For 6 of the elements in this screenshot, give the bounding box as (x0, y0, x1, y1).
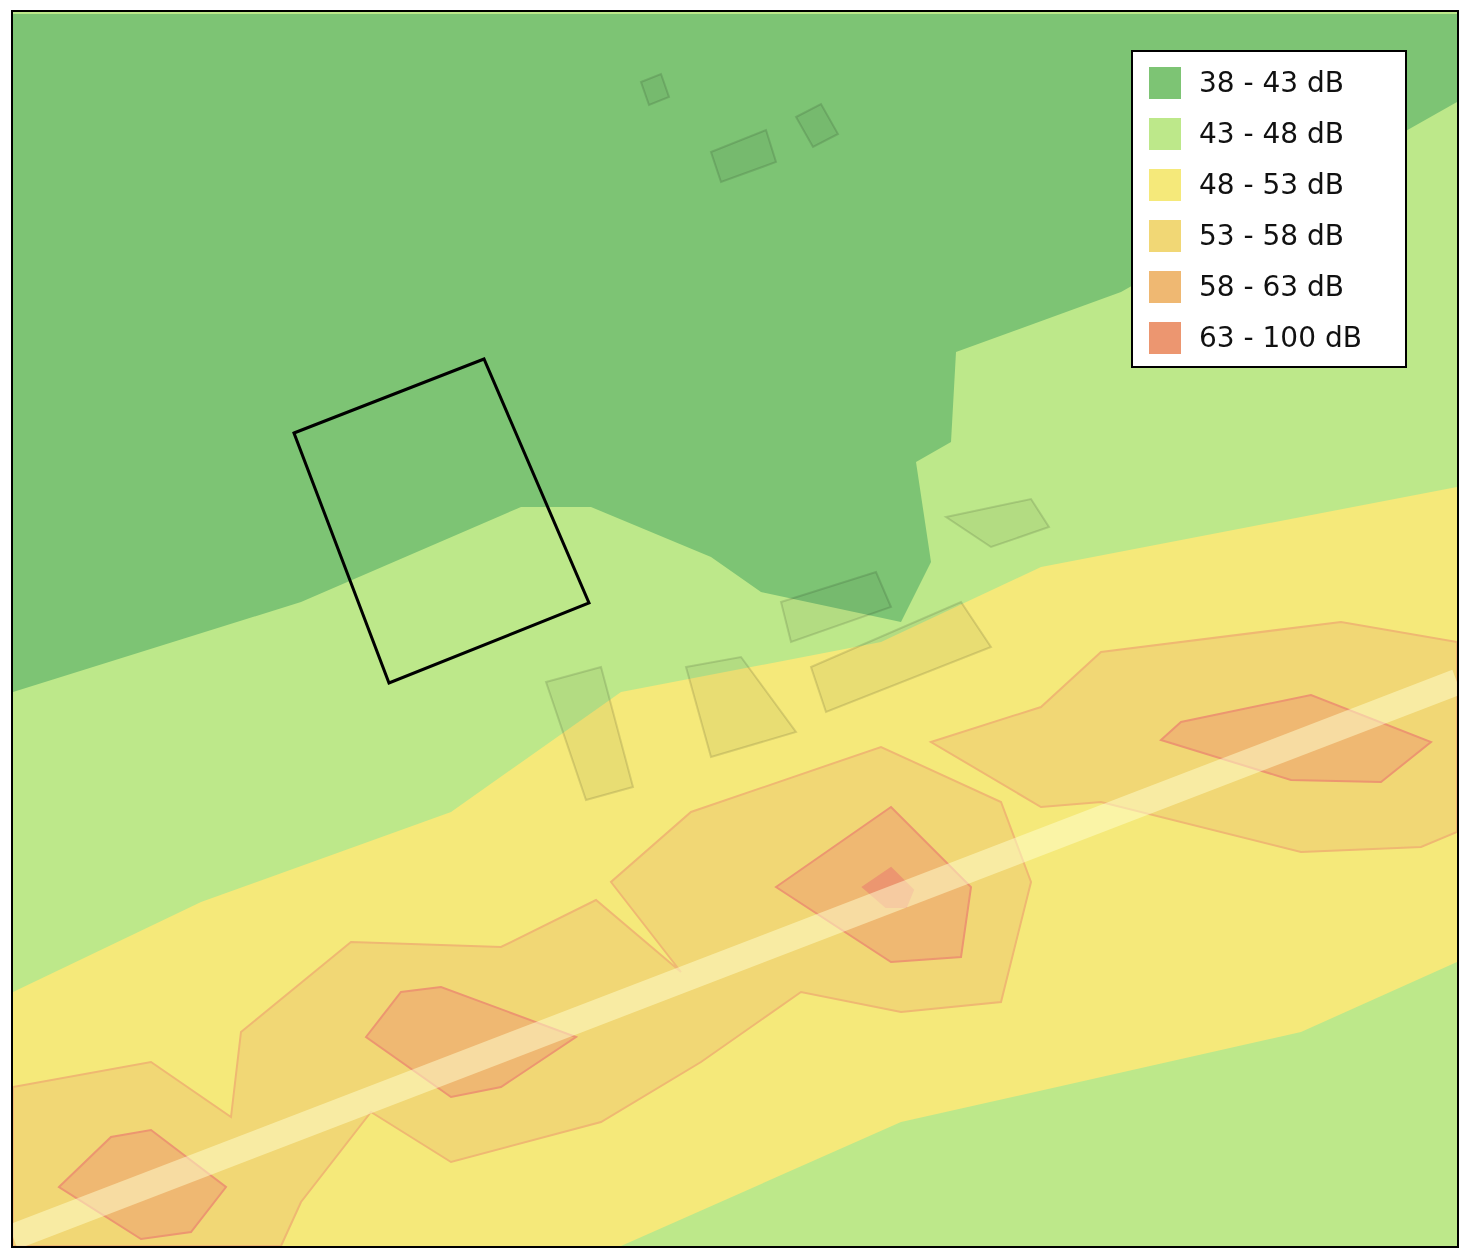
legend-label: 48 - 53 dB (1199, 168, 1345, 201)
legend-label: 43 - 48 dB (1199, 117, 1345, 150)
legend-label: 58 - 63 dB (1199, 270, 1345, 303)
legend-label: 63 - 100 dB (1199, 321, 1362, 354)
legend-label: 53 - 58 dB (1199, 219, 1345, 252)
legend-label: 38 - 43 dB (1199, 66, 1345, 99)
